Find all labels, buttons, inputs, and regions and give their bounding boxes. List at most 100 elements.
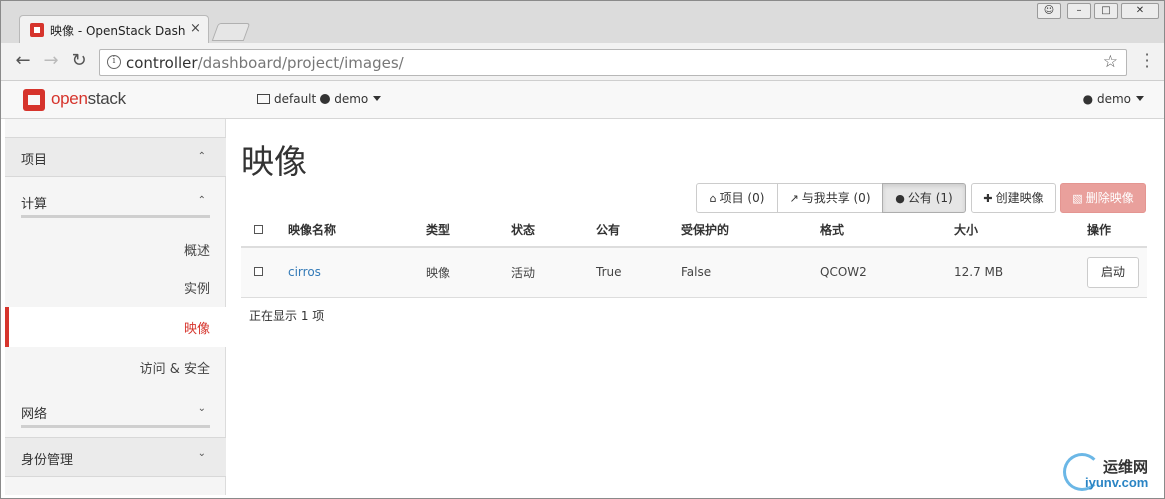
column-header[interactable]: 格式 — [820, 213, 954, 248]
browser-toolbar: ← → ↻ i controller/dashboard/project/ima… — [1, 43, 1164, 81]
window-close-icon[interactable]: ✕ — [1121, 3, 1159, 19]
sidebar-item-overview[interactable]: 概述 — [5, 229, 226, 269]
image-name-link[interactable]: cirros — [288, 265, 321, 279]
image-format-cell: QCOW2 — [820, 247, 954, 298]
filter-shared-button[interactable]: ↗ 与我共享 (0) — [777, 183, 883, 213]
sidebar: 项目 ⌃ 计算 ⌃ 概述 实例 映像 访问 & 安全 网络 ⌄ 身份管理 ⌄ — [5, 119, 226, 495]
maximize-icon[interactable]: □ — [1094, 3, 1118, 19]
row-select-cell — [241, 247, 288, 298]
sidebar-item-label: 映像 — [183, 322, 210, 337]
select-all-cell — [241, 213, 288, 248]
sidebar-item-label: 访问 & 安全 — [139, 362, 210, 377]
tab-title: 映像 - OpenStack Dash — [50, 24, 186, 38]
trash-icon: ▧ — [1072, 192, 1083, 205]
table-summary: 正在显示 1 项 — [249, 309, 325, 323]
tab-close-icon[interactable]: × — [190, 21, 201, 36]
column-header[interactable]: 映像名称 — [288, 213, 426, 248]
chevron-up-icon: ⌃ — [197, 195, 206, 206]
home-icon: ⌂ — [709, 192, 717, 205]
sidebar-item-images[interactable]: 映像 — [5, 307, 226, 347]
separator-dot-icon — [320, 94, 331, 104]
sidebar-section-label: 项目 — [21, 153, 48, 168]
column-header[interactable]: 大小 — [954, 213, 1087, 248]
url-path: /dashboard/project/images/ — [197, 54, 404, 72]
bookmark-star-icon[interactable]: ☆ — [1103, 52, 1118, 72]
browser-window: 映像 - OpenStack Dash × ☺ – □ ✕ ← → ↻ i co… — [0, 0, 1165, 499]
launch-button[interactable]: 启动 — [1087, 256, 1139, 288]
user-menu[interactable]: ● demo — [1083, 92, 1144, 106]
select-all-checkbox[interactable] — [254, 224, 263, 234]
logo-stack: stack — [87, 89, 126, 108]
browser-tab[interactable]: 映像 - OpenStack Dash × — [19, 15, 209, 43]
filter-label: 公有 (1) — [907, 191, 953, 205]
sidebar-item-label: 概述 — [183, 244, 210, 259]
create-image-button[interactable]: ✚ 创建映像 — [971, 183, 1056, 213]
sidebar-item-access-security[interactable]: 访问 & 安全 — [5, 347, 226, 387]
openstack-logo-text[interactable]: openstack — [51, 89, 126, 109]
watermark-logo: 运维网 iyunv.com — [1063, 453, 1163, 495]
image-type-cell: 映像 — [426, 247, 511, 298]
site-info-icon[interactable]: i — [107, 55, 121, 69]
image-status-cell: 活动 — [511, 247, 596, 298]
chevron-down-icon: ⌄ — [197, 448, 206, 459]
new-tab-button[interactable] — [211, 23, 251, 41]
url-host: controller — [126, 54, 198, 72]
delete-images-button[interactable]: ▧ 删除映像 — [1060, 183, 1146, 213]
image-size-cell: 12.7 MB — [954, 247, 1087, 298]
column-header: 操作 — [1087, 213, 1147, 248]
filter-label: 项目 (0) — [719, 191, 765, 205]
sidebar-group-label: 网络 — [21, 407, 48, 422]
openstack-logo-icon[interactable] — [23, 89, 45, 111]
images-table: 映像名称 类型 状态 公有 受保护的 格式 大小 操作 cirros 映像 活动… — [241, 213, 1147, 298]
project-picker[interactable]: default demo — [257, 92, 382, 106]
table-header-row: 映像名称 类型 状态 公有 受保护的 格式 大小 操作 — [241, 213, 1147, 248]
group-icon: ● — [895, 192, 905, 205]
chevron-down-icon — [373, 96, 382, 101]
chevron-down-icon — [1136, 96, 1144, 101]
domain-icon — [257, 94, 270, 104]
table-row: cirros 映像 活动 True False QCOW2 12.7 MB 启动 — [241, 247, 1147, 298]
button-label: 创建映像 — [995, 191, 1044, 205]
column-header[interactable]: 受保护的 — [681, 213, 820, 248]
watermark-en-text: iyunv.com — [1085, 475, 1149, 490]
row-checkbox[interactable] — [254, 267, 263, 277]
image-public-cell: True — [596, 247, 681, 298]
sidebar-section-project[interactable]: 项目 ⌃ — [5, 137, 226, 177]
column-header[interactable]: 状态 — [511, 213, 596, 248]
forward-arrow-icon[interactable]: → — [41, 51, 61, 71]
group-divider — [21, 425, 210, 428]
image-protected-cell: False — [681, 247, 820, 298]
filter-project-button[interactable]: ⌂ 项目 (0) — [696, 183, 778, 213]
openstack-favicon-icon — [30, 23, 44, 37]
tab-strip: 映像 - OpenStack Dash × ☺ – □ ✕ — [1, 1, 1164, 43]
sidebar-section-identity[interactable]: 身份管理 ⌄ — [5, 437, 226, 477]
browser-menu-icon[interactable]: · · · — [1144, 47, 1150, 75]
logo-open: open — [51, 89, 88, 108]
minimize-icon[interactable]: – — [1067, 3, 1091, 19]
column-header[interactable]: 类型 — [426, 213, 511, 248]
image-actions-cell: 启动 — [1087, 247, 1147, 298]
plus-icon: ✚ — [983, 192, 993, 205]
sidebar-section-label: 身份管理 — [21, 453, 74, 468]
user-name: demo — [1096, 92, 1131, 106]
chevron-down-icon: ⌄ — [197, 403, 206, 414]
sidebar-group-label: 计算 — [21, 197, 48, 212]
reload-icon[interactable]: ↻ — [69, 51, 89, 71]
button-label: 删除映像 — [1085, 191, 1134, 205]
user-icon: ● — [1082, 92, 1094, 106]
sidebar-group-compute[interactable]: 计算 ⌃ — [5, 177, 226, 227]
sidebar-item-instances[interactable]: 实例 — [5, 267, 226, 307]
sidebar-group-network[interactable]: 网络 ⌄ — [5, 389, 226, 435]
share-icon: ↗ — [789, 192, 799, 205]
page-title: 映像 — [241, 142, 307, 181]
back-arrow-icon[interactable]: ← — [13, 51, 33, 71]
group-divider — [21, 215, 210, 218]
user-profile-icon[interactable]: ☺ — [1037, 3, 1061, 19]
main-content: 映像 ⌂ 项目 (0) ↗ 与我共享 (0) ● 公有 (1) ✚ 创建映像 ▧ 删除映像… — [227, 119, 1161, 495]
chevron-up-icon: ⌃ — [197, 151, 206, 162]
address-text[interactable]: controller/dashboard/project/images/ — [126, 54, 404, 72]
address-bar[interactable]: i controller/dashboard/project/images/ ☆ — [99, 49, 1127, 76]
column-header[interactable]: 公有 — [596, 213, 681, 248]
filter-public-button[interactable]: ● 公有 (1) — [882, 183, 966, 213]
domain-name: default — [274, 92, 317, 106]
